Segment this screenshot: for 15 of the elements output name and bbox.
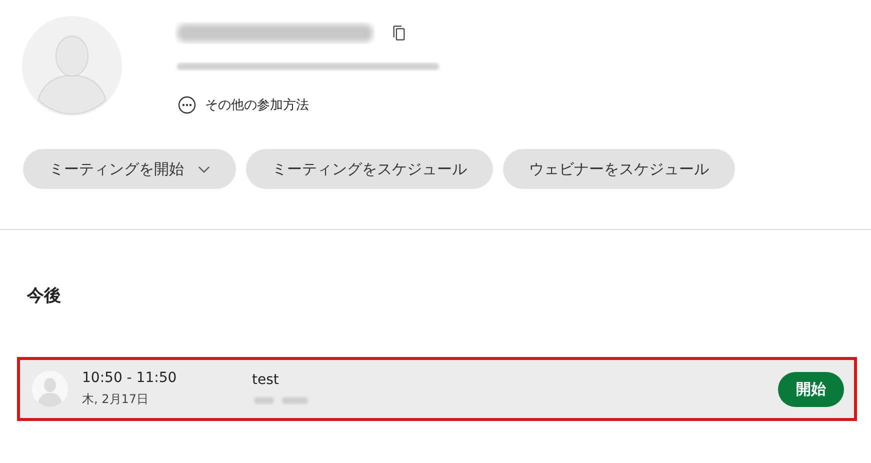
avatar-icon bbox=[32, 371, 68, 407]
avatar-icon bbox=[22, 16, 122, 116]
copy-icon[interactable] bbox=[393, 25, 405, 41]
action-button[interactable]: ミーティングを開始 bbox=[23, 149, 236, 189]
action-button[interactable]: ミーティングをスケジュール bbox=[246, 149, 493, 189]
more-icon bbox=[178, 96, 196, 114]
section-heading: 今後 bbox=[27, 285, 62, 307]
start-button[interactable]: 開始 bbox=[778, 372, 844, 406]
meeting-row[interactable]: 10:50 - 11:50 木, 2月17日 test 開始 bbox=[17, 357, 857, 421]
action-button[interactable]: ウェビナーをスケジュール bbox=[503, 149, 735, 189]
meeting-title: test bbox=[252, 372, 280, 388]
meeting-date: 木, 2月17日 bbox=[82, 391, 150, 408]
caret-icon bbox=[198, 166, 210, 172]
meeting-time: 10:50 - 11:50 bbox=[82, 370, 178, 386]
other-join-methods-link[interactable]: その他の参加方法 bbox=[205, 96, 309, 114]
